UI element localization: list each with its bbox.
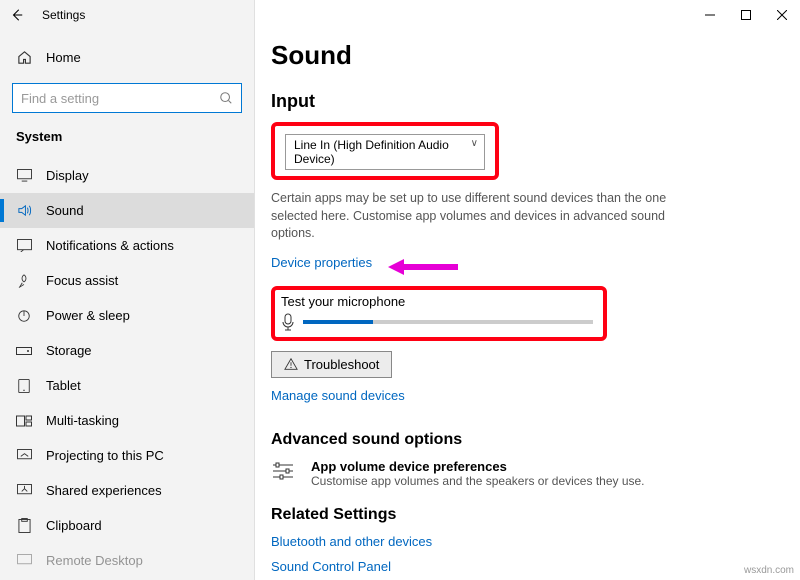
page-title: Sound bbox=[271, 40, 774, 71]
sidebar-item-clipboard[interactable]: Clipboard bbox=[0, 508, 254, 543]
back-button[interactable] bbox=[10, 8, 28, 22]
annotation-red-box-2: Test your microphone bbox=[271, 286, 607, 341]
sidebar: Home System Display Sound Notifications … bbox=[0, 0, 255, 580]
tablet-icon bbox=[16, 379, 32, 393]
troubleshoot-label: Troubleshoot bbox=[304, 357, 379, 372]
minimize-button[interactable] bbox=[692, 0, 728, 30]
sidebar-home-label: Home bbox=[46, 50, 81, 65]
device-properties-link[interactable]: Device properties bbox=[271, 255, 372, 270]
sidebar-item-display[interactable]: Display bbox=[0, 158, 254, 193]
sidebar-item-tablet[interactable]: Tablet bbox=[0, 368, 254, 403]
sidebar-item-notifications[interactable]: Notifications & actions bbox=[0, 228, 254, 263]
shared-icon bbox=[16, 484, 32, 497]
input-description: Certain apps may be set up to use differ… bbox=[271, 190, 711, 243]
sidebar-item-shared-experiences[interactable]: Shared experiences bbox=[0, 473, 254, 508]
sidebar-item-label: Multi-tasking bbox=[46, 413, 119, 428]
sidebar-item-label: Power & sleep bbox=[46, 308, 130, 323]
sidebar-item-focus-assist[interactable]: Focus assist bbox=[0, 263, 254, 298]
sound-icon bbox=[16, 203, 32, 218]
input-device-dropdown[interactable]: Line In (High Definition Audio Device) bbox=[285, 134, 485, 170]
display-icon bbox=[16, 169, 32, 182]
content-pane: Sound Input Choose your input device Lin… bbox=[255, 0, 800, 580]
notifications-icon bbox=[16, 239, 32, 252]
search-box[interactable] bbox=[12, 83, 242, 113]
sidebar-item-label: Sound bbox=[46, 203, 84, 218]
sidebar-item-label: Notifications & actions bbox=[46, 238, 174, 253]
power-icon bbox=[16, 309, 32, 323]
section-input: Input bbox=[271, 91, 774, 112]
warning-icon bbox=[284, 357, 298, 371]
section-advanced: Advanced sound options bbox=[271, 431, 774, 449]
sidebar-item-power-sleep[interactable]: Power & sleep bbox=[0, 298, 254, 333]
sidebar-home[interactable]: Home bbox=[0, 40, 254, 75]
sidebar-item-multitasking[interactable]: Multi-tasking bbox=[0, 403, 254, 438]
pref-title: App volume device preferences bbox=[311, 459, 645, 474]
sidebar-item-label: Shared experiences bbox=[46, 483, 162, 498]
focus-assist-icon bbox=[16, 274, 32, 288]
sliders-icon bbox=[271, 459, 297, 481]
projecting-icon bbox=[16, 449, 32, 462]
microphone-level-meter bbox=[303, 320, 593, 324]
manage-sound-devices-link[interactable]: Manage sound devices bbox=[271, 388, 405, 403]
microphone-icon bbox=[281, 313, 295, 331]
home-icon bbox=[16, 50, 32, 65]
sidebar-item-label: Projecting to this PC bbox=[46, 448, 164, 463]
annotation-arrow bbox=[388, 260, 458, 274]
maximize-button[interactable] bbox=[728, 0, 764, 30]
input-device-selected: Line In (High Definition Audio Device) bbox=[294, 138, 449, 166]
watermark: wsxdn.com bbox=[744, 565, 794, 576]
sidebar-item-label: Storage bbox=[46, 343, 92, 358]
sidebar-item-label: Remote Desktop bbox=[46, 553, 143, 568]
app-volume-preferences[interactable]: App volume device preferences Customise … bbox=[271, 459, 774, 488]
sidebar-item-label: Clipboard bbox=[46, 518, 102, 533]
section-related: Related Settings bbox=[271, 506, 774, 524]
clipboard-icon bbox=[16, 518, 32, 533]
pref-sub: Customise app volumes and the speakers o… bbox=[311, 474, 645, 488]
close-button[interactable] bbox=[764, 0, 800, 30]
sidebar-item-label: Display bbox=[46, 168, 89, 183]
sidebar-item-storage[interactable]: Storage bbox=[0, 333, 254, 368]
sidebar-item-label: Tablet bbox=[46, 378, 81, 393]
link-bluetooth-devices[interactable]: Bluetooth and other devices bbox=[271, 534, 432, 549]
storage-icon bbox=[16, 347, 32, 355]
remote-icon bbox=[16, 554, 32, 567]
sidebar-item-sound[interactable]: Sound bbox=[0, 193, 254, 228]
sidebar-category: System bbox=[0, 127, 254, 158]
troubleshoot-button[interactable]: Troubleshoot bbox=[271, 351, 392, 378]
window-title: Settings bbox=[42, 8, 85, 22]
sidebar-item-label: Focus assist bbox=[46, 273, 118, 288]
sidebar-item-remote-desktop[interactable]: Remote Desktop bbox=[0, 543, 254, 578]
search-icon bbox=[219, 91, 233, 105]
multitasking-icon bbox=[16, 415, 32, 427]
link-sound-control-panel[interactable]: Sound Control Panel bbox=[271, 559, 391, 574]
test-microphone-label: Test your microphone bbox=[281, 294, 593, 309]
sidebar-item-projecting[interactable]: Projecting to this PC bbox=[0, 438, 254, 473]
search-input[interactable] bbox=[21, 91, 219, 106]
annotation-red-box-1: Choose your input device Line In (High D… bbox=[271, 122, 499, 180]
